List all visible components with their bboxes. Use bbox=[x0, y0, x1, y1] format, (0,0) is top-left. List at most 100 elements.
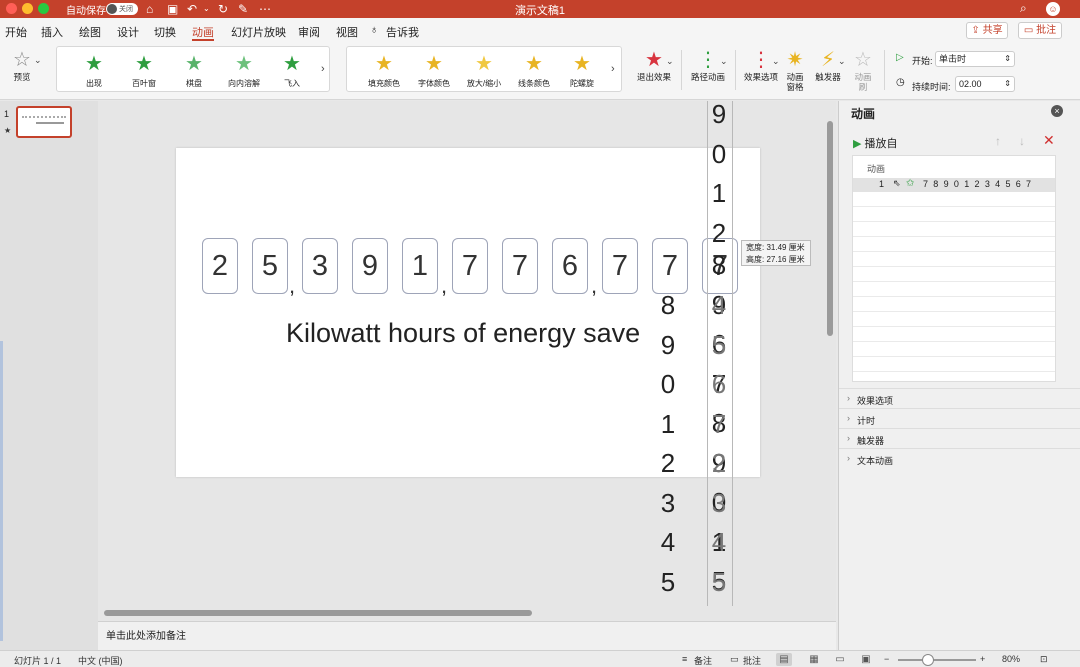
preview-label: 预览 bbox=[13, 72, 31, 82]
slide-thumbnail[interactable] bbox=[16, 106, 72, 138]
search-icon[interactable]: ⌕ bbox=[1020, 1, 1027, 16]
zoom-slider-handle[interactable] bbox=[922, 654, 934, 666]
list-gridline bbox=[853, 341, 1055, 342]
emphasis-effects-gallery: ★ 填充颜色 ★ 字体颜色 ★ 放大/缩小 ★ 线条颜色 ★ 陀螺旋 › bbox=[346, 46, 622, 92]
tab-home[interactable]: 开始 bbox=[5, 24, 27, 40]
account-avatar[interactable]: ☺ bbox=[1046, 2, 1060, 16]
list-gridline bbox=[853, 266, 1055, 267]
notes-icon: ≡ bbox=[682, 654, 688, 664]
document-title: 演示文稿1 bbox=[514, 5, 566, 17]
fit-to-window-icon[interactable]: ⊡ bbox=[1040, 654, 1048, 665]
effect-spin[interactable]: ★ 陀螺旋 bbox=[557, 53, 607, 89]
tab-animations[interactable]: 动画 bbox=[192, 24, 214, 40]
effect-grow-shrink[interactable]: ★ 放大/缩小 bbox=[459, 53, 509, 89]
digit-box[interactable]: 6 bbox=[552, 238, 588, 294]
move-down-icon[interactable]: ↓ bbox=[1019, 134, 1025, 148]
thumb-slide-number: 1 bbox=[4, 109, 10, 119]
slide-caption[interactable]: Kilowatt hours of energy save bbox=[286, 318, 640, 349]
section-label: 计时 bbox=[857, 416, 876, 426]
star-icon: ★ bbox=[573, 53, 591, 75]
tab-insert[interactable]: 插入 bbox=[41, 24, 63, 40]
slide-sorter-button[interactable]: ▦ bbox=[806, 653, 822, 666]
digit-box[interactable]: 1 bbox=[402, 238, 438, 294]
notes-toggle[interactable]: 备注 bbox=[694, 654, 712, 667]
preview-dropdown-icon[interactable]: ⌄ bbox=[34, 55, 42, 66]
ribbon-separator bbox=[735, 50, 736, 90]
horizontal-scrollbar[interactable] bbox=[104, 610, 532, 616]
zoom-level[interactable]: 80% bbox=[1002, 654, 1020, 664]
normal-view-button[interactable]: ▤ bbox=[776, 653, 792, 666]
list-gridline bbox=[853, 371, 1055, 372]
tell-me-search[interactable]: 告诉我 bbox=[386, 24, 419, 40]
exit-dropdown-icon[interactable]: ⌄ bbox=[666, 56, 674, 67]
notes-area[interactable]: 单击此处添加备注 bbox=[98, 621, 836, 650]
animation-pane-button[interactable]: ✷ 动画 窗格 bbox=[782, 48, 808, 92]
animation-pane-title: 动画 bbox=[851, 107, 876, 121]
zoom-slider[interactable] bbox=[898, 659, 976, 661]
rolling-digit: 1 bbox=[660, 408, 676, 439]
play-from-button[interactable]: ▶ 播放自 bbox=[853, 135, 898, 151]
rolling-digit: 2 bbox=[660, 448, 676, 478]
effect-appear[interactable]: ★ 出现 bbox=[69, 53, 119, 89]
effect-label: 放大/缩小 bbox=[466, 79, 502, 88]
move-up-icon[interactable]: ↑ bbox=[995, 134, 1001, 148]
effect-fly-in[interactable]: ★ 飞入 bbox=[267, 53, 317, 89]
effect-checkerboard[interactable]: ★ 棋盘 bbox=[169, 53, 219, 89]
animation-list-header: 动画 bbox=[867, 164, 886, 174]
digit-box[interactable]: 7 bbox=[502, 238, 538, 294]
vertical-scrollbar[interactable] bbox=[827, 121, 833, 336]
effect-line-color[interactable]: ★ 线条颜色 bbox=[509, 53, 559, 89]
effect-blinds[interactable]: ★ 百叶窗 bbox=[119, 53, 169, 89]
digit-box[interactable]: 9 bbox=[352, 238, 388, 294]
comments-button[interactable]: ▭ 批注 bbox=[1018, 22, 1062, 39]
effect-star-icon: ✩ bbox=[906, 178, 915, 189]
close-icon[interactable]: × bbox=[1051, 105, 1063, 117]
gallery-next-icon[interactable]: › bbox=[321, 63, 325, 75]
tab-review[interactable]: 审阅 bbox=[298, 24, 320, 40]
digit-box[interactable]: 7 bbox=[602, 238, 638, 294]
comments-toggle[interactable]: 批注 bbox=[743, 654, 761, 667]
effect-dissolve-in[interactable]: ★ 向内溶解 bbox=[219, 53, 269, 89]
animation-list-item[interactable]: 1 ⇖ ✩ 7 8 9 0 1 2 3 4 5 6 7 bbox=[853, 178, 1055, 192]
effect-fill-color[interactable]: ★ 填充颜色 bbox=[359, 53, 409, 89]
language-indicator[interactable]: 中文 (中国) bbox=[78, 654, 123, 667]
digit-box[interactable]: 3 bbox=[302, 238, 338, 294]
text-animation-section[interactable]: › 文本动画 bbox=[839, 448, 1080, 468]
effect-font-color[interactable]: ★ 字体颜色 bbox=[409, 53, 459, 89]
tab-draw[interactable]: 绘图 bbox=[79, 24, 101, 40]
rolling-digit: 5 bbox=[660, 566, 676, 597]
trigger-dropdown-icon[interactable]: ⌄ bbox=[838, 56, 846, 67]
animation-painter-button[interactable]: ☆ 动画 刷 bbox=[850, 48, 876, 92]
reading-view-button[interactable]: ▭ bbox=[832, 653, 848, 666]
start-select[interactable]: 单击时 ⇕ bbox=[935, 51, 1015, 67]
zoom-out-icon[interactable]: − bbox=[884, 654, 889, 664]
share-button[interactable]: ⇪ 共享 bbox=[966, 22, 1008, 39]
star-icon: ★ bbox=[375, 53, 393, 75]
duration-input[interactable]: 02.00 ⇕ bbox=[955, 76, 1015, 92]
tab-view[interactable]: 视图 bbox=[336, 24, 358, 40]
tab-transitions[interactable]: 切换 bbox=[154, 24, 176, 40]
tab-design[interactable]: 设计 bbox=[117, 24, 139, 40]
gallery-next-icon[interactable]: › bbox=[611, 63, 615, 75]
animation-pane-icon: ✷ bbox=[786, 49, 804, 71]
digit-box[interactable]: 5 bbox=[252, 238, 288, 294]
lightbulb-icon: ♁ bbox=[370, 24, 379, 36]
trigger-label: 触发器 bbox=[815, 72, 841, 82]
slideshow-button[interactable]: ▣ bbox=[858, 653, 874, 666]
trigger-section[interactable]: › 触发器 bbox=[839, 428, 1080, 448]
zoom-in-icon[interactable]: + bbox=[980, 654, 985, 664]
comment-icon: ▭ bbox=[1023, 25, 1034, 36]
digit-comma: , bbox=[591, 273, 598, 298]
effect-label: 填充颜色 bbox=[368, 79, 400, 88]
tab-slideshow[interactable]: 幻灯片放映 bbox=[231, 24, 286, 40]
path-dropdown-icon[interactable]: ⌄ bbox=[720, 56, 728, 67]
digit-box[interactable]: 2 bbox=[202, 238, 238, 294]
star-icon: ★ bbox=[135, 53, 153, 75]
effect-options-dropdown-icon[interactable]: ⌄ bbox=[772, 56, 780, 67]
effect-options-section[interactable]: › 效果选项 bbox=[839, 388, 1080, 408]
timing-section[interactable]: › 计时 bbox=[839, 408, 1080, 428]
digit-box[interactable]: 7 bbox=[452, 238, 488, 294]
entrance-effects-gallery: ★ 出现 ★ 百叶窗 ★ 棋盘 ★ 向内溶解 ★ 飞入 › bbox=[56, 46, 330, 92]
delete-animation-icon[interactable]: ✕ bbox=[1043, 132, 1055, 149]
start-value: 单击时 bbox=[939, 54, 967, 64]
